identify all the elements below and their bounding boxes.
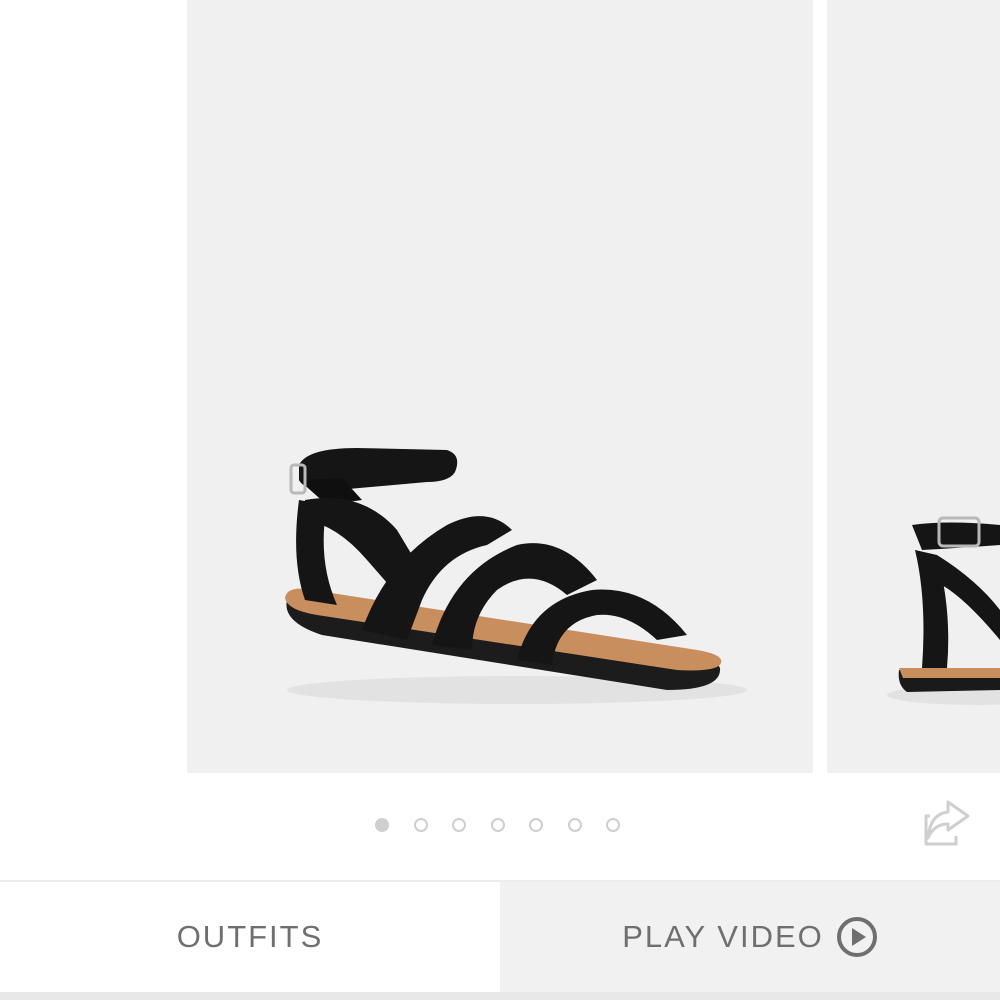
play-video-button[interactable]: PLAY VIDEO bbox=[500, 882, 1000, 992]
share-icon bbox=[924, 800, 970, 846]
carousel-dot[interactable] bbox=[606, 818, 620, 832]
product-image-carousel[interactable] bbox=[0, 0, 1000, 775]
product-image-next[interactable] bbox=[827, 0, 1000, 773]
outfits-label: OUTFITS bbox=[176, 919, 324, 954]
action-bar: OUTFITS PLAY VIDEO bbox=[0, 882, 1000, 992]
sandal-image-partial bbox=[887, 516, 1000, 705]
carousel-dot[interactable] bbox=[490, 818, 505, 832]
carousel-dot[interactable] bbox=[413, 818, 428, 832]
product-image-main[interactable] bbox=[187, 0, 813, 773]
bottom-edge bbox=[0, 992, 1000, 1000]
outfits-button[interactable]: OUTFITS bbox=[0, 882, 500, 992]
carousel-dot[interactable] bbox=[529, 818, 543, 832]
carousel-pagination bbox=[375, 818, 645, 836]
carousel-dot[interactable] bbox=[375, 818, 389, 832]
play-video-label: PLAY VIDEO bbox=[622, 919, 824, 954]
carousel-dot[interactable] bbox=[567, 818, 582, 832]
play-circle-icon bbox=[836, 917, 877, 957]
sandal-image bbox=[285, 448, 747, 704]
carousel-dot[interactable] bbox=[452, 818, 466, 832]
share-button[interactable] bbox=[922, 800, 972, 848]
